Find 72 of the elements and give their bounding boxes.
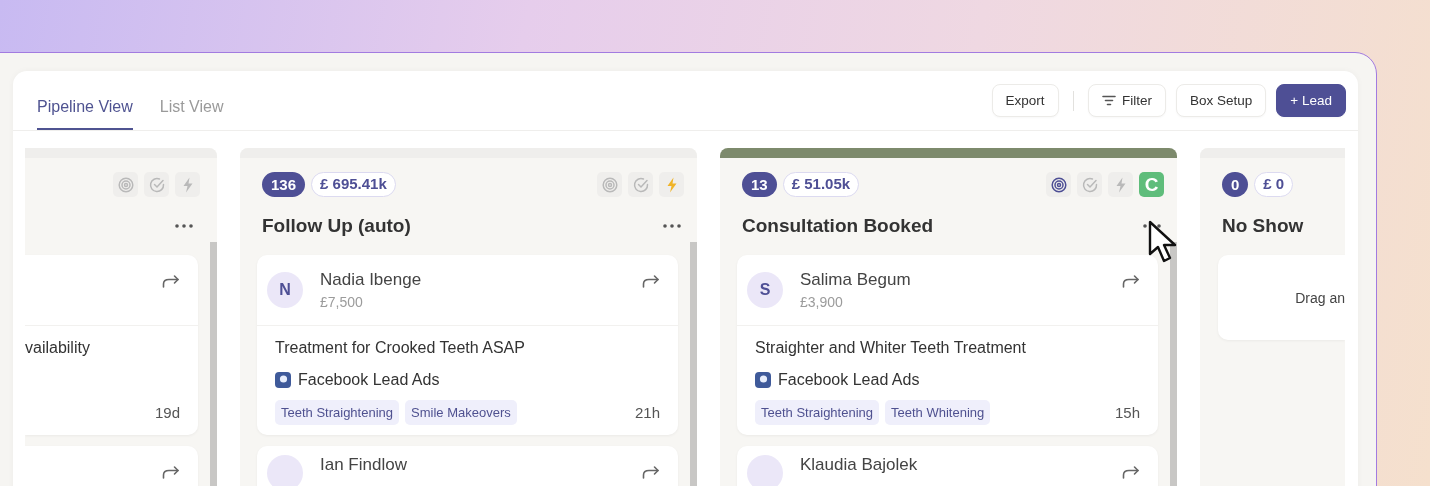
bolt-icon — [665, 176, 678, 193]
check-button[interactable] — [144, 172, 169, 197]
lead-count-badge: 136 — [262, 172, 306, 197]
share-icon[interactable] — [642, 465, 660, 479]
lead-name: Nadia Ibenge — [320, 270, 422, 290]
stage-value-badge: £ 51.05k — [782, 172, 860, 197]
share-icon[interactable] — [1122, 274, 1140, 288]
target-icon — [601, 176, 618, 193]
lead-amount: £3,900 — [800, 294, 844, 310]
stage-title: Consultation Booked — [742, 215, 934, 237]
lead-card[interactable]: vailability 19d — [25, 255, 198, 435]
share-icon[interactable] — [642, 274, 660, 288]
scrollbar[interactable] — [210, 242, 217, 486]
more-icon[interactable] — [175, 224, 193, 228]
bolt-button[interactable] — [175, 172, 200, 197]
check-circle-icon — [148, 176, 165, 193]
lead-count-badge: 0 — [1222, 172, 1249, 197]
bolt-button[interactable] — [1108, 172, 1133, 197]
lead-age: 21h — [634, 404, 660, 421]
lead-name: Salima Begum — [800, 270, 911, 290]
share-icon[interactable] — [162, 274, 180, 288]
check-circle-icon — [632, 176, 649, 193]
lead-card[interactable]: Klaudia Bajolek — [737, 446, 1158, 486]
check-button[interactable] — [628, 172, 653, 197]
filter-button[interactable]: Filter — [1088, 84, 1167, 117]
lead-count-badge: 13 — [742, 172, 777, 197]
lead-name: Ian Findlow — [320, 455, 407, 475]
lead-source-icon — [755, 372, 771, 388]
filter-icon — [1102, 95, 1117, 106]
lead-title: Straighter and Whiter Teeth Treatment — [755, 339, 1027, 357]
tag-chip: Teeth Straightening — [275, 400, 400, 425]
more-icon[interactable] — [663, 224, 681, 228]
bolt-button[interactable] — [659, 172, 684, 197]
avatar: S — [747, 272, 783, 308]
target-button[interactable] — [1046, 172, 1071, 197]
scrollbar[interactable] — [1170, 242, 1177, 486]
share-icon[interactable] — [162, 465, 180, 479]
bolt-icon — [1114, 176, 1127, 193]
lead-card[interactable]: N Nadia Ibenge £7,500 Treatment for Crooked Teeth ASAP Facebook Lead Ads Teeth Straightening Smile Makeovers 21h — [257, 255, 678, 435]
toolbar-button[interactable]: Box Setup — [1176, 84, 1267, 117]
avatar — [747, 455, 783, 486]
avatar: N — [267, 272, 303, 308]
lead-title: vailability — [25, 339, 91, 357]
tag-chip: Teeth Whitening — [885, 400, 991, 425]
lead-source-icon — [275, 372, 291, 388]
avatar — [267, 455, 303, 486]
lead-title: Treatment for Crooked Teeth ASAP — [275, 339, 526, 357]
tag-chip: Smile Makeovers — [405, 400, 517, 425]
bolt-icon — [181, 176, 194, 193]
lead-source: Facebook Lead Ads — [778, 371, 920, 389]
drop-hint: Drag an — [1295, 289, 1345, 306]
lead-source: Facebook Lead Ads — [298, 371, 440, 389]
check-circle-icon — [1081, 176, 1098, 193]
add-lead-button[interactable]: + Lead — [1276, 84, 1346, 117]
lead-age: 19d — [154, 404, 180, 421]
stage-title: Follow Up (auto) — [262, 215, 411, 237]
lead-name: Klaudia Bajolek — [800, 455, 918, 475]
lead-amount: £7,500 — [320, 294, 364, 310]
check-button[interactable] — [1077, 172, 1102, 197]
target-icon — [1050, 176, 1067, 193]
scrollbar[interactable] — [690, 242, 697, 486]
stage-value-badge: £ 0 — [1254, 172, 1294, 197]
view-tab[interactable]: Pipeline View — [37, 71, 133, 130]
lead-age: 15h — [1114, 404, 1140, 421]
target-icon — [117, 176, 134, 193]
tag-chip: Teeth Straightening — [755, 400, 880, 425]
lead-card[interactable]: Ian Findlow — [257, 446, 678, 486]
stage-title: No Show — [1222, 215, 1304, 237]
stage-value-badge: £ 695.41k — [311, 172, 396, 197]
lead-card[interactable]: S Salima Begum £3,900 Straighter and Whiter Teeth Treatment Facebook Lead Ads Teeth Straightening Teeth Whitening 15h — [737, 255, 1158, 435]
share-icon[interactable] — [1122, 465, 1140, 479]
toolbar-button[interactable]: Export — [991, 84, 1059, 117]
